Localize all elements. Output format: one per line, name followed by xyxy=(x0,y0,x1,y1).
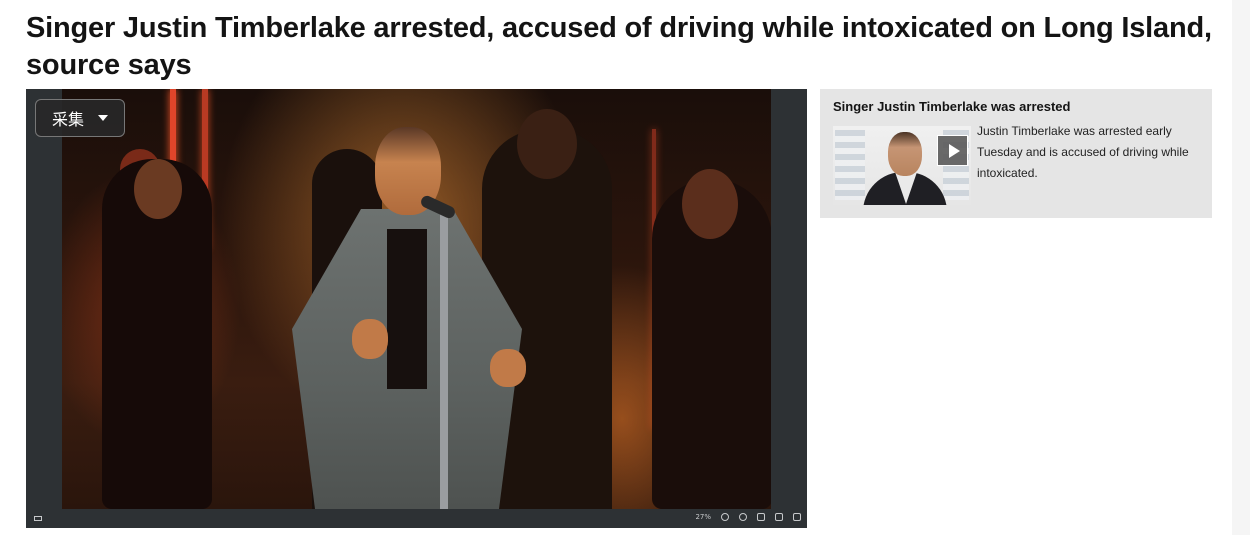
play-icon[interactable] xyxy=(937,135,968,166)
video-card-description: Justin Timberlake was arrested early Tue… xyxy=(977,124,1189,180)
fullscreen-icon[interactable] xyxy=(793,513,801,521)
zoom-in-icon[interactable] xyxy=(739,513,747,521)
video-card[interactable]: Singer Justin Timberlake was arrested Ju… xyxy=(820,89,1212,218)
chevron-down-icon xyxy=(98,115,109,121)
video-card-title[interactable]: Singer Justin Timberlake was arrested xyxy=(833,99,1070,114)
article-photo xyxy=(62,89,771,509)
article-headline: Singer Justin Timberlake arrested, accus… xyxy=(26,12,1212,81)
zoom-out-icon[interactable] xyxy=(721,513,729,521)
capture-button-label: 采集 xyxy=(52,110,85,129)
viewer-toolbar: 27% xyxy=(26,509,807,528)
page-scrollbar[interactable] xyxy=(1232,0,1250,535)
image-viewer[interactable]: 采集 27% xyxy=(26,89,807,528)
capture-dropdown-button[interactable]: 采集 xyxy=(35,99,125,137)
zoom-level: 27% xyxy=(695,513,711,521)
actual-size-icon[interactable] xyxy=(775,513,783,521)
video-thumbnail[interactable] xyxy=(833,126,971,205)
thumbnail-toggle-icon[interactable] xyxy=(34,516,42,521)
fit-icon[interactable] xyxy=(757,513,765,521)
